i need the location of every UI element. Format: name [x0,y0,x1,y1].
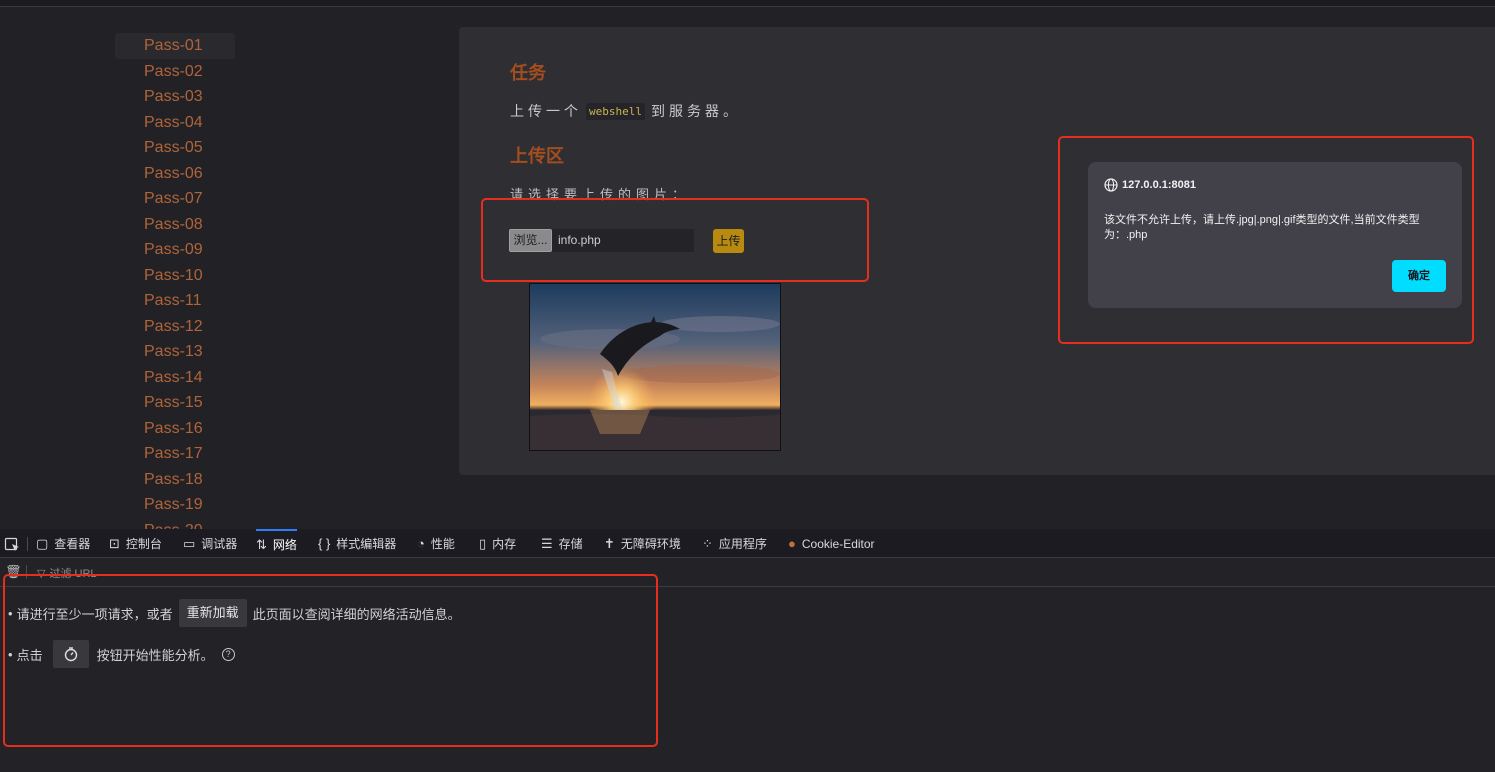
task-description: 上传一个 webshell 到服务器。 [510,101,741,121]
tab-label: 网络 [272,538,297,552]
memory-icon: ▯ [479,535,487,551]
tab-label: 性能 [430,537,455,551]
sidebar-item-pass-05[interactable]: Pass-05 [115,135,235,161]
sidebar-item-pass-06[interactable]: Pass-06 [115,161,235,187]
tab-separator [27,537,28,551]
sidebar-item-pass-02[interactable]: Pass-02 [115,59,235,85]
tab-label: 样式编辑器 [336,537,397,551]
sidebar-item-pass-08[interactable]: Pass-08 [115,212,235,238]
performance-icon: ◔ [417,536,425,551]
task-code: webshell [586,102,645,120]
sunset-dolphin-picture [530,284,780,450]
tab-label: 调试器 [201,537,238,551]
tab-label: 控制台 [125,537,162,551]
accessibility-icon: ✝ [604,535,615,551]
sidebar-item-pass-10[interactable]: Pass-10 [115,263,235,289]
tab-cookie[interactable]: ● Cookie-Editor [788,529,875,558]
tab-label: 查看器 [54,537,91,551]
tab-debugger[interactable]: ▭ 调试器 [183,529,237,558]
tab-memory[interactable]: ▯ 内存 [479,529,516,558]
style-editor-icon: { } [318,536,331,551]
inspector-icon: ▢ [36,535,49,551]
task-text-after: 到服务器。 [650,103,741,119]
tab-label: 内存 [492,537,517,551]
storage-icon: ☰ [541,535,553,551]
upload-heading: 上传区 [510,146,564,166]
annotation-box-devtools [3,574,658,747]
cookie-icon: ● [788,536,796,551]
sidebar-item-pass-14[interactable]: Pass-14 [115,365,235,391]
tab-label: 应用程序 [718,537,767,551]
dolphin-preview-image [529,283,781,451]
sidebar-item-pass-09[interactable]: Pass-09 [115,237,235,263]
tab-network[interactable]: ⇅ 网络 [256,529,297,558]
sidebar-item-pass-11[interactable]: Pass-11 [115,288,235,314]
sidebar-item-pass-04[interactable]: Pass-04 [115,110,235,136]
sidebar-item-pass-13[interactable]: Pass-13 [115,339,235,365]
annotation-box-alert [1058,136,1474,344]
tab-inspector[interactable]: ▢ 查看器 [36,529,90,558]
task-text-before: 上传一个 [510,103,582,119]
tab-application[interactable]: ⁘ 应用程序 [702,529,767,558]
tab-performance[interactable]: ◔ 性能 [417,529,455,558]
sidebar-item-pass-03[interactable]: Pass-03 [115,84,235,110]
sidebar-item-pass-18[interactable]: Pass-18 [115,467,235,493]
debugger-icon: ▭ [183,535,196,551]
tab-label: 无障碍环境 [620,537,681,551]
task-heading: 任务 [510,63,546,83]
console-icon: ⊡ [109,535,120,551]
sidebar-item-pass-19[interactable]: Pass-19 [115,492,235,518]
tab-storage[interactable]: ☰ 存储 [541,529,583,558]
tab-accessibility[interactable]: ✝ 无障碍环境 [604,529,681,558]
tab-label: 存储 [558,537,583,551]
application-icon: ⁘ [702,535,713,551]
tab-console[interactable]: ⊡ 控制台 [109,529,162,558]
sidebar-item-pass-20[interactable]: Pass-20 [115,518,235,530]
sidebar-item-pass-15[interactable]: Pass-15 [115,390,235,416]
element-picker-icon[interactable] [4,529,20,558]
sidebar-item-pass-17[interactable]: Pass-17 [115,441,235,467]
annotation-box-upload [481,198,869,282]
devtools-tabbar: ▢ 查看器 ⊡ 控制台 ▭ 调试器 ⇅ 网络 { } 样式编辑器 ◔ 性能 ▯ 内存 ☰ 存储 ✝ 无障碍环境 ⁘ 应… [0,529,1495,558]
sidebar-item-pass-01[interactable]: Pass-01 [115,33,235,59]
sidebar-item-pass-12[interactable]: Pass-12 [115,314,235,340]
sidebar-item-pass-07[interactable]: Pass-07 [115,186,235,212]
top-toolbar-strip [0,0,1495,7]
tab-style-editor[interactable]: { } 样式编辑器 [318,529,396,558]
tab-label: Cookie-Editor [801,536,875,551]
screen: Pass-01 Pass-02 Pass-03 Pass-04 Pass-05 Pass-… [0,0,1495,772]
sidebar-item-pass-16[interactable]: Pass-16 [115,416,235,442]
pass-sidebar: Pass-01 Pass-02 Pass-03 Pass-04 Pass-05 Pass-… [115,33,235,529]
network-icon: ⇅ [256,536,267,552]
